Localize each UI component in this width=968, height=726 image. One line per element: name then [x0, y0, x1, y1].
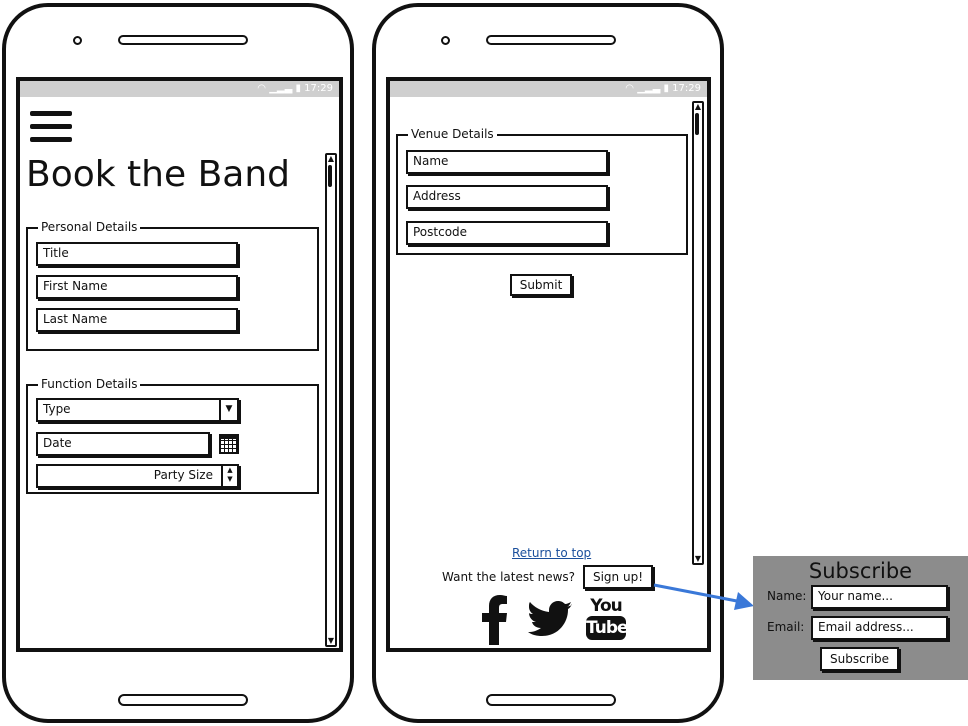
status-time: 17:29 [672, 83, 701, 94]
venue-name-field[interactable]: Name [406, 150, 608, 174]
twitter-icon[interactable] [528, 599, 574, 641]
flow-arrow [653, 583, 754, 610]
party-size-stepper[interactable]: Party Size ▲ ▼ [36, 464, 239, 488]
calendar-icon[interactable] [219, 434, 239, 454]
scroll-thumb[interactable] [695, 113, 699, 135]
subscribe-email-field[interactable]: Email address... [811, 616, 948, 640]
party-size-value: Party Size [153, 468, 213, 482]
venue-postcode-field[interactable]: Postcode [406, 221, 608, 245]
battery-icon: ▮ [663, 83, 669, 94]
wifi-icon: ◠ [257, 83, 267, 94]
youtube-icon[interactable]: You Tube [586, 596, 629, 646]
right-scrollbar[interactable]: ▲ ▼ [692, 101, 704, 565]
latest-news-text: Want the latest news? [442, 570, 576, 584]
type-select-value: Type [43, 402, 71, 416]
right-home-button[interactable] [486, 694, 616, 706]
signal-icon: ▁▂▃ [637, 83, 661, 94]
last-name-field[interactable]: Last Name [36, 308, 238, 332]
right-camera [441, 36, 450, 45]
subscribe-title: Subscribe [808, 559, 913, 583]
youtube-you-text: You [590, 596, 623, 616]
right-status-bar: ◠ ▁▂▃ ▮ 17:29 [390, 81, 707, 97]
scroll-thumb[interactable] [328, 165, 332, 187]
email-label: Email: [767, 620, 805, 634]
battery-icon: ▮ [295, 83, 301, 94]
scroll-down-arrow[interactable]: ▼ [694, 555, 702, 563]
left-camera [73, 36, 82, 45]
status-time: 17:29 [304, 83, 333, 94]
right-screen: ◠ ▁▂▃ ▮ 17:29 ▲ ▼ Venue Details Name Add… [386, 77, 711, 652]
title-field[interactable]: Title [36, 242, 238, 266]
return-to-top-link[interactable]: Return to top [512, 546, 591, 560]
subscribe-popup: Subscribe Name: Your name... Email: Emai… [753, 556, 968, 680]
facebook-icon[interactable] [480, 593, 510, 645]
page-title: Book the Band [26, 154, 290, 195]
left-speaker [118, 35, 248, 45]
type-select[interactable]: Type ▼ [36, 398, 239, 422]
personal-details-fieldset: Personal Details Title First Name Last N… [26, 219, 319, 351]
name-label: Name: [767, 589, 807, 603]
hamburger-icon[interactable] [30, 111, 72, 147]
function-details-fieldset: Function Details Type ▼ Date Party Size … [26, 376, 319, 494]
sign-up-button[interactable]: Sign up! [583, 565, 653, 589]
left-screen: ◠ ▁▂▃ ▮ 17:29 Book the Band ▲ ▼ Personal… [16, 77, 343, 652]
left-scrollbar[interactable]: ▲ ▼ [325, 153, 337, 647]
function-details-legend: Function Details [38, 376, 141, 392]
youtube-tube-text: Tube [586, 616, 629, 640]
personal-details-legend: Personal Details [38, 219, 141, 235]
date-field[interactable]: Date [36, 432, 210, 456]
subscribe-name-field[interactable]: Your name... [811, 585, 948, 609]
wifi-icon: ◠ [625, 83, 635, 94]
chevron-down-icon[interactable]: ▼ [219, 400, 237, 420]
venue-details-fieldset: Venue Details Name Address Postcode [396, 126, 688, 255]
scroll-down-arrow[interactable]: ▼ [327, 637, 335, 645]
right-speaker [486, 35, 616, 45]
venue-details-legend: Venue Details [408, 126, 497, 142]
subscribe-button[interactable]: Subscribe [820, 647, 899, 671]
first-name-field[interactable]: First Name [36, 275, 238, 299]
left-status-bar: ◠ ▁▂▃ ▮ 17:29 [20, 81, 339, 97]
submit-button[interactable]: Submit [510, 274, 572, 296]
scroll-up-arrow[interactable]: ▲ [327, 155, 335, 163]
signal-icon: ▁▂▃ [269, 83, 293, 94]
venue-address-field[interactable]: Address [406, 185, 608, 209]
scroll-up-arrow[interactable]: ▲ [694, 103, 702, 111]
left-home-button[interactable] [118, 694, 248, 706]
stepper-arrows-icon[interactable]: ▲ ▼ [221, 466, 237, 486]
